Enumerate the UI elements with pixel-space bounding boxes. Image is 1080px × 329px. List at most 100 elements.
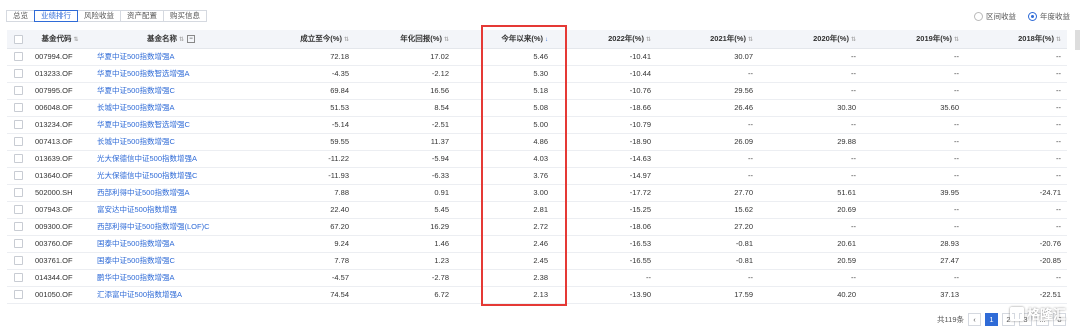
cell-annualized: 16.29 <box>355 218 455 236</box>
tab-purchase-info[interactable]: 购买信息 <box>163 10 207 22</box>
cell-y2019: 37.13 <box>862 286 965 304</box>
row-checkbox[interactable] <box>7 133 29 151</box>
col-header-annualized[interactable]: 年化回报(%) ⇅ <box>355 30 455 49</box>
cell-y2022: -16.55 <box>554 252 657 270</box>
col-header-2021[interactable]: 2021年(%) ⇅ <box>657 30 759 49</box>
scrollbar[interactable] <box>1075 30 1080 50</box>
tab-risk-return[interactable]: 风险收益 <box>77 10 121 22</box>
fund-name-link[interactable]: 华夏中证500指数增强C <box>91 82 251 100</box>
row-checkbox[interactable] <box>7 218 29 236</box>
row-checkbox[interactable] <box>7 48 29 66</box>
table-row[interactable]: 003761.OF 国泰中证500指数增强C 7.78 1.23 2.45 -16.55-… <box>7 252 1067 270</box>
fund-name-link[interactable]: 长城中证500指数增强A <box>91 99 251 117</box>
cell-y2018: -20.85 <box>965 252 1067 270</box>
cell-since: 59.55 <box>251 133 355 151</box>
table-header-row: 基金代码 ⇅ 基金名称 ⇅ − 成立至今(%) ⇅ 年化回报(%) ⇅ 今年以来(%) ↓ … <box>7 30 1067 49</box>
fund-name-link[interactable]: 西部利得中证500指数增强(LOF)C <box>91 218 251 236</box>
sort-icon: ⇅ <box>850 37 856 44</box>
radio-interval-return[interactable]: 区间收益 <box>974 11 1016 22</box>
col-header-2019[interactable]: 2019年(%) ⇅ <box>862 30 965 49</box>
cell-y2019: 28.93 <box>862 235 965 253</box>
radio-on-icon <box>1028 11 1037 21</box>
table-row[interactable]: 013639.OF 光大保德信中证500指数增强A -11.22 -5.94 4.03-… <box>7 150 1067 168</box>
tab-performance-ranking[interactable]: 业绩排行 <box>34 10 78 22</box>
col-header-ytd[interactable]: 今年以来(%) ↓ <box>455 30 554 49</box>
table-row[interactable]: 003760.OF 国泰中证500指数增强A 9.24 1.46 2.46 -16.53-… <box>7 235 1067 253</box>
col-header-2022[interactable]: 2022年(%) ⇅ <box>554 30 657 49</box>
row-checkbox[interactable] <box>7 150 29 168</box>
row-checkbox[interactable] <box>7 269 29 287</box>
table-row[interactable]: 007943.OF 富安达中证500指数增强 22.40 5.45 2.81 -15.25… <box>7 201 1067 219</box>
row-checkbox[interactable] <box>7 167 29 185</box>
cell-ytd: 2.81 <box>455 201 554 219</box>
sort-icon: ⇅ <box>73 37 79 44</box>
tab-asset-allocation[interactable]: 资产配置 <box>120 10 164 22</box>
cell-annualized: 1.23 <box>355 252 455 270</box>
row-checkbox[interactable] <box>7 116 29 134</box>
cell-ytd: 3.00 <box>455 184 554 202</box>
table-row[interactable]: 013233.OF 华夏中证500指数智选增强A -4.35 -2.12 5.30 -10… <box>7 65 1067 83</box>
row-checkbox[interactable] <box>7 99 29 117</box>
cell-annualized: 6.72 <box>355 286 455 304</box>
fund-name-link[interactable]: 富安达中证500指数增强 <box>91 201 251 219</box>
total-count: 共119条 <box>937 315 964 324</box>
cell-ytd: 2.46 <box>455 235 554 253</box>
cell-y2022: -10.79 <box>554 116 657 134</box>
row-checkbox[interactable] <box>7 65 29 83</box>
fund-name-link[interactable]: 华夏中证500指数智选增强C <box>91 116 251 134</box>
table-row[interactable]: 013234.OF 华夏中证500指数智选增强C -5.14 -2.51 5.00 -10… <box>7 116 1067 134</box>
table-row[interactable]: 014344.OF 鹏华中证500指数增强A -4.57 -2.78 2.38 -- -- -… <box>7 269 1067 287</box>
col-header-name[interactable]: 基金名称 ⇅ − <box>91 30 251 49</box>
cell-annualized: 17.02 <box>355 48 455 66</box>
col-header-2020[interactable]: 2020年(%) ⇅ <box>759 30 862 49</box>
prev-page-button[interactable]: ‹ <box>968 313 981 326</box>
cell-y2021: 26.09 <box>657 133 759 151</box>
fund-name-link[interactable]: 光大保德信中证500指数增强C <box>91 167 251 185</box>
table-row[interactable]: 001050.OF 汇添富中证500指数增强A 74.54 6.72 2.13 -13.9… <box>7 286 1067 304</box>
row-checkbox[interactable] <box>7 286 29 304</box>
sort-desc-icon: ↓ <box>545 37 548 44</box>
cell-y2021: 27.20 <box>657 218 759 236</box>
table-row[interactable]: 007413.OF 长城中证500指数增强C 59.55 11.37 4.86 -18.9… <box>7 133 1067 151</box>
cell-annualized: 0.91 <box>355 184 455 202</box>
table-row[interactable]: 502000.SH 西部利得中证500指数增强A 7.88 0.91 3.00 -17.7… <box>7 184 1067 202</box>
cell-annualized: -2.12 <box>355 65 455 83</box>
fund-name-link[interactable]: 华夏中证500指数增强A <box>91 48 251 66</box>
cell-y2019: -- <box>862 65 965 83</box>
cell-since: 67.20 <box>251 218 355 236</box>
table-row[interactable]: 007995.OF 华夏中证500指数增强C 69.84 16.56 5.18 -10.7… <box>7 82 1067 100</box>
row-checkbox[interactable] <box>7 252 29 270</box>
cell-y2018: -- <box>965 48 1067 66</box>
table-row[interactable]: 007994.OF 华夏中证500指数增强A 72.18 17.02 5.46 -10.4… <box>7 48 1067 66</box>
column-settings-icon[interactable]: − <box>187 35 196 44</box>
cell-y2021: -0.81 <box>657 252 759 270</box>
row-checkbox[interactable] <box>7 201 29 219</box>
table-row[interactable]: 009300.OF 西部利得中证500指数增强(LOF)C 67.20 16.29 2.… <box>7 218 1067 236</box>
col-header-code[interactable]: 基金代码 ⇅ <box>29 30 91 49</box>
radio-annual-label: 年度收益 <box>1040 11 1070 21</box>
cell-y2021: 17.59 <box>657 286 759 304</box>
col-header-since-inception[interactable]: 成立至今(%) ⇅ <box>251 30 355 49</box>
fund-name-link[interactable]: 国泰中证500指数增强C <box>91 252 251 270</box>
fund-name-link[interactable]: 国泰中证500指数增强A <box>91 235 251 253</box>
radio-annual-return[interactable]: 年度收益 <box>1028 11 1070 22</box>
table-row[interactable]: 006048.OF 长城中证500指数增强A 51.53 8.54 5.08 -18.66… <box>7 99 1067 117</box>
cell-y2020: -- <box>759 65 862 83</box>
col-header-2018[interactable]: 2018年(%) ⇅ <box>965 30 1067 49</box>
table-row[interactable]: 013640.OF 光大保德信中证500指数增强C -11.93 -6.33 3.76-… <box>7 167 1067 185</box>
sort-icon: ⇅ <box>645 37 651 44</box>
fund-name-link[interactable]: 华夏中证500指数智选增强A <box>91 65 251 83</box>
fund-name-link[interactable]: 光大保德信中证500指数增强A <box>91 150 251 168</box>
cell-y2018: -- <box>965 167 1067 185</box>
fund-name-link[interactable]: 鹏华中证500指数增强A <box>91 269 251 287</box>
fund-name-link[interactable]: 汇添富中证500指数增强A <box>91 286 251 304</box>
row-checkbox[interactable] <box>7 82 29 100</box>
fund-name-link[interactable]: 西部利得中证500指数增强A <box>91 184 251 202</box>
tab-overview[interactable]: 总览 <box>6 10 35 22</box>
row-checkbox[interactable] <box>7 184 29 202</box>
row-checkbox[interactable] <box>7 235 29 253</box>
fund-name-link[interactable]: 长城中证500指数增强C <box>91 133 251 151</box>
cell-y2019: -- <box>862 48 965 66</box>
page-button-1[interactable]: 1 <box>985 313 998 326</box>
select-all-checkbox[interactable] <box>7 30 29 49</box>
